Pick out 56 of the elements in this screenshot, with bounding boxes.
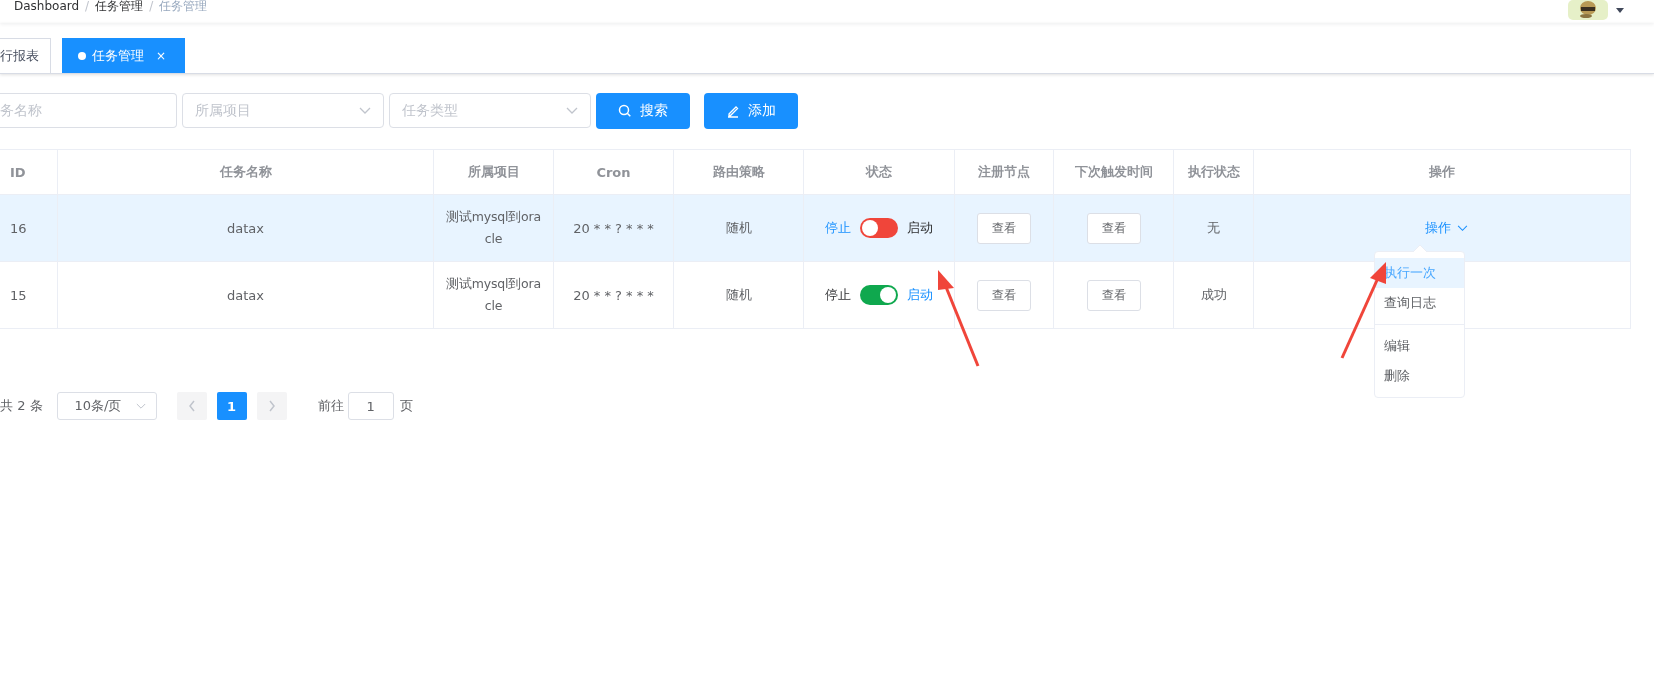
table-cell: 随机: [725, 219, 752, 237]
table-cell: 成功: [1200, 286, 1227, 304]
toggle-switch[interactable]: [860, 218, 898, 238]
page-input[interactable]: 1: [347, 392, 394, 420]
view-button[interactable]: 查看: [1086, 212, 1141, 244]
menu-item[interactable]: 编辑: [1375, 331, 1464, 361]
tab[interactable]: 行报表: [0, 38, 51, 73]
page-size-select[interactable]: 10条/页: [56, 392, 157, 420]
view-button[interactable]: 查看: [977, 279, 1031, 311]
menu-item[interactable]: 删除: [1375, 361, 1464, 391]
total-count: 共 2 条: [0, 397, 43, 415]
switch-label: 停止: [825, 219, 851, 237]
view-button[interactable]: 查看: [977, 212, 1031, 244]
chevron-down-icon: [566, 106, 578, 115]
breadcrumb-item[interactable]: 任务管理: [95, 0, 144, 12]
column-header: 路由策略: [674, 150, 804, 194]
page-suffix: 页: [399, 397, 413, 415]
chevron-down-icon: [1457, 224, 1468, 232]
chevron-left-icon: [187, 400, 196, 412]
goto-label: 前往: [317, 397, 344, 415]
table-row[interactable]: 16 datax 测试mysql到oracle 20 * * ? * * * 随机 停止 启动 查看 查看 无 操作: [0, 195, 1630, 262]
table-cell: 20 * * ? * * *: [573, 220, 654, 236]
edit-icon: [726, 104, 740, 118]
switch-label: 启动: [907, 219, 933, 237]
table-cell-text: 测试mysql到oracle: [445, 208, 542, 248]
switch-label: 启动: [907, 286, 933, 304]
column-header: 状态: [804, 150, 955, 194]
column-header: 注册节点: [955, 150, 1054, 194]
table-cell: 无: [1207, 219, 1220, 237]
table-cell: datax: [227, 287, 264, 303]
menu-item[interactable]: 查询日志: [1375, 288, 1464, 318]
column-header: 任务名称: [58, 150, 434, 194]
breadcrumb-separator: /: [85, 0, 90, 12]
chevron-down-icon: [135, 402, 146, 410]
table-cell: 随机: [725, 286, 752, 304]
table-cell: datax: [227, 220, 264, 236]
dot-icon: [78, 52, 86, 60]
toggle-switch[interactable]: [860, 285, 898, 305]
table-cell-text: 测试mysql到oracle: [445, 275, 542, 315]
switch-label: 停止: [825, 286, 851, 304]
table-cell: 16: [10, 220, 27, 236]
breadcrumb-separator: /: [149, 0, 154, 12]
column-header: 执行状态: [1174, 150, 1254, 194]
column-header: 下次触发时间: [1054, 150, 1174, 194]
column-header: 操作: [1428, 163, 1456, 181]
table-cell: 15: [10, 287, 27, 303]
caret-icon[interactable]: [1616, 7, 1624, 13]
column-header: Cron: [554, 150, 674, 194]
column-header: ID: [0, 150, 58, 194]
chevron-down-icon: [359, 106, 371, 115]
table-cell: 20 * * ? * * *: [573, 287, 654, 303]
view-button[interactable]: 查看: [1086, 279, 1141, 311]
chevron-right-icon: [267, 400, 276, 412]
breadcrumb-item[interactable]: Dashboard: [14, 0, 80, 12]
column-header: 所属项目: [434, 150, 554, 194]
search-icon: [618, 104, 632, 118]
